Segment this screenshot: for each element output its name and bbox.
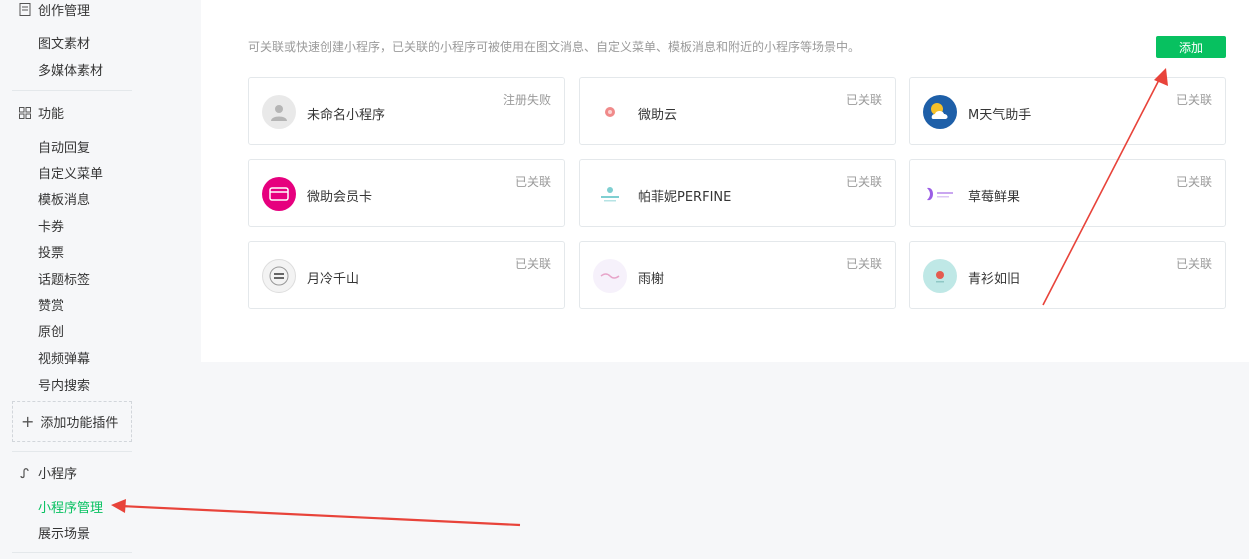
sidebar-item-display-scenes[interactable]: 展示场景 <box>38 523 90 542</box>
miniprogram-card[interactable]: 微助会员卡 已关联 <box>248 159 565 227</box>
add-button[interactable]: 添加 <box>1156 36 1226 58</box>
miniprogram-card[interactable]: 未命名小程序 注册失败 <box>248 77 565 145</box>
divider <box>12 451 132 452</box>
section-miniprogram-title: 小程序 <box>38 467 78 482</box>
section-features: 功能 <box>18 103 64 122</box>
sidebar-item-coupon[interactable]: 卡券 <box>38 216 64 235</box>
miniprogram-card[interactable]: 草莓鲜果 已关联 <box>909 159 1226 227</box>
miniprogram-card[interactable]: M天气助手 已关联 <box>909 77 1226 145</box>
card-name: 青衫如旧 <box>968 272 1021 287</box>
miniprogram-card[interactable]: 青衫如旧 已关联 <box>909 241 1226 309</box>
flower-logo-icon <box>593 95 627 129</box>
card-status: 已关联 <box>1175 175 1212 189</box>
add-plugin-label: 添加功能插件 <box>40 416 119 431</box>
sidebar: 创作管理 图文素材 多媒体素材 功能 自动回复 自定义菜单 模板消息 卡券 投票… <box>0 0 150 559</box>
divider <box>12 552 132 553</box>
intro-text: 可关联或快速创建小程序，已关联的小程序可被使用在图文消息、自定义菜单、模板消息和… <box>248 40 861 54</box>
member-card-logo-icon <box>262 177 296 211</box>
section-creation-title: 创作管理 <box>38 4 91 19</box>
card-name: 草莓鲜果 <box>968 190 1021 205</box>
sidebar-item-original[interactable]: 原创 <box>38 321 64 340</box>
card-name: 微助会员卡 <box>307 190 373 205</box>
document-icon <box>18 3 32 17</box>
default-user-avatar-icon <box>262 95 296 129</box>
miniprogram-card[interactable]: 帕菲妮PERFINE 已关联 <box>579 159 896 227</box>
sidebar-item-topic-tags[interactable]: 话题标签 <box>38 269 90 288</box>
add-plugin-button[interactable]: + 添加功能插件 <box>12 401 132 442</box>
sidebar-item-custom-menu[interactable]: 自定义菜单 <box>38 163 103 182</box>
card-status: 已关联 <box>845 175 882 189</box>
sidebar-item-template-message[interactable]: 模板消息 <box>38 189 90 208</box>
section-features-title: 功能 <box>38 107 65 122</box>
moon-logo-icon <box>262 259 296 293</box>
sidebar-item-account-search[interactable]: 号内搜索 <box>38 375 90 394</box>
sidebar-item-auto-reply[interactable]: 自动回复 <box>38 137 90 156</box>
section-creation: 创作管理 <box>18 0 90 19</box>
miniprogram-card[interactable]: 雨榭 已关联 <box>579 241 896 309</box>
card-name: M天气助手 <box>968 108 1032 123</box>
sidebar-item-video-danmaku[interactable]: 视频弹幕 <box>38 348 90 367</box>
miniprogram-icon <box>18 466 32 480</box>
qingshan-logo-icon <box>923 259 957 293</box>
card-status: 已关联 <box>514 175 551 189</box>
card-name: 月冷千山 <box>307 272 360 287</box>
card-status: 注册失败 <box>502 93 551 107</box>
card-name: 未命名小程序 <box>307 108 386 123</box>
miniprogram-card[interactable]: 月冷千山 已关联 <box>248 241 565 309</box>
card-status: 已关联 <box>1175 257 1212 271</box>
arrow-to-miniprogram-manage <box>111 499 521 527</box>
perfine-logo-icon <box>593 177 627 211</box>
card-status: 已关联 <box>845 257 882 271</box>
divider <box>12 90 132 91</box>
main-panel: 可关联或快速创建小程序，已关联的小程序可被使用在图文消息、自定义菜单、模板消息和… <box>201 0 1249 362</box>
grid-icon <box>18 106 32 120</box>
card-status: 已关联 <box>514 257 551 271</box>
plus-icon: + <box>21 412 35 431</box>
sidebar-item-multimedia-material[interactable]: 多媒体素材 <box>38 60 103 79</box>
card-status: 已关联 <box>845 93 882 107</box>
strawberry-logo-icon <box>923 177 957 211</box>
section-miniprogram: 小程序 <box>18 463 77 482</box>
card-status: 已关联 <box>1175 93 1212 107</box>
sidebar-item-vote[interactable]: 投票 <box>38 242 64 261</box>
weather-logo-icon <box>923 95 957 129</box>
card-name: 微助云 <box>638 108 678 123</box>
sidebar-item-reward[interactable]: 赞赏 <box>38 295 64 314</box>
yuxie-logo-icon <box>593 259 627 293</box>
miniprogram-card[interactable]: 微助云 已关联 <box>579 77 896 145</box>
card-name: 雨榭 <box>638 272 665 287</box>
sidebar-item-graphic-material[interactable]: 图文素材 <box>38 33 90 52</box>
sidebar-item-miniprogram-manage[interactable]: 小程序管理 <box>38 497 103 516</box>
card-name: 帕菲妮PERFINE <box>638 190 732 205</box>
